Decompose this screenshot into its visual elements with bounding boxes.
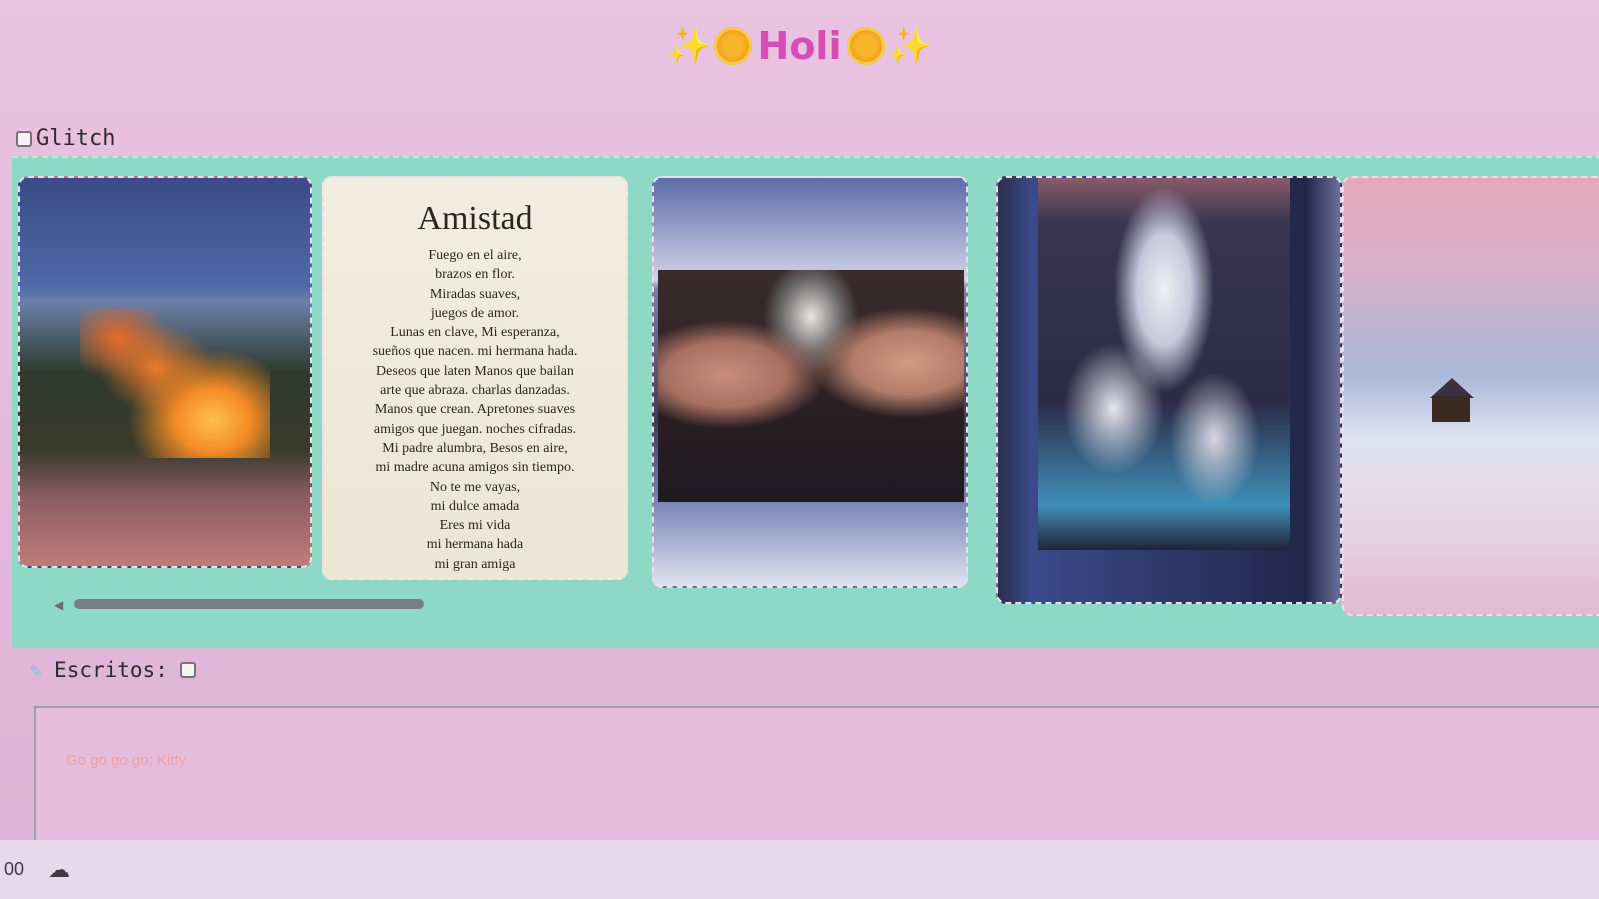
poem-line: mi gran amiga	[434, 556, 516, 572]
escritos-textarea[interactable]: Go go go go; Kitty	[34, 706, 1599, 856]
escritos-toggle[interactable]: ✎ Escritos:	[30, 658, 196, 682]
poem-line: Manos que crean. Apretones suaves	[374, 402, 576, 418]
lava-photo-card[interactable]	[18, 176, 312, 568]
poem-line: Fuego en el aire,	[428, 248, 522, 263]
poem-card[interactable]: Amistad Fuego en el aire, brazos en flor…	[322, 176, 628, 580]
poem-line: mi hermana hada	[426, 537, 524, 553]
title-wrap: ✨ Holi ✨	[667, 24, 933, 68]
poem-line: brazos en flor.	[435, 267, 515, 283]
escritos-checkbox[interactable]	[179, 662, 196, 678]
sparkle-icon: ✨	[666, 26, 712, 67]
church-roof	[1430, 378, 1474, 398]
glitch-label: Glitch	[36, 126, 116, 151]
glitch-toggle[interactable]: Glitch	[16, 126, 115, 151]
snow-church-photo-card[interactable]	[1342, 176, 1599, 616]
poem-line: Deseos que laten Manos que bailan	[376, 363, 574, 379]
poem-line: mi dulce amada	[430, 498, 520, 514]
poem-line: sueños que nacen. mi hermana hada.	[372, 344, 578, 360]
sparkle-icon: ✨	[887, 26, 933, 67]
selfie-photo-card[interactable]	[652, 176, 968, 588]
carousel-scrollbar[interactable]: ◀	[48, 596, 1588, 612]
scrollbar-thumb[interactable]	[74, 599, 424, 609]
poem-line: No te me vayas,	[429, 479, 521, 495]
poem-line: amigos que juegan. noches cifradas.	[373, 421, 577, 437]
pen-icon: ✎	[30, 658, 43, 682]
page: ✨ Holi ✨ Glitch Amistad Fuego en el aire…	[0, 0, 1599, 899]
taskbar: 00 ☁	[0, 840, 1599, 899]
robots-photo-card[interactable]	[996, 176, 1342, 604]
taskbar-text: 00	[4, 859, 25, 879]
textarea-placeholder: Go go go go; Kitty	[66, 752, 187, 769]
image-carousel[interactable]: Amistad Fuego en el aire, brazos en flor…	[12, 156, 1599, 648]
poem-line: mi madre acuna amigos sin tiempo.	[375, 460, 575, 476]
cloud-icon[interactable]: ☁	[48, 857, 70, 883]
page-title: Holi	[757, 24, 842, 68]
poem-body: Fuego en el aire, brazos en flor. Mirada…	[324, 246, 626, 574]
robots-image	[1038, 178, 1290, 550]
lava-flow-image	[80, 308, 270, 458]
header: ✨ Holi ✨	[0, 24, 1599, 68]
sun-icon	[713, 27, 752, 65]
poem-line: Eres mi vida	[439, 518, 511, 534]
poem-line: arte que abraza. charlas danzadas.	[380, 383, 570, 399]
glitch-checkbox[interactable]	[16, 130, 32, 147]
carousel-track: Amistad Fuego en el aire, brazos en flor…	[12, 176, 1599, 616]
escritos-label: Escritos:	[54, 658, 168, 682]
scroll-left-icon[interactable]: ◀	[54, 598, 63, 612]
selfie-image	[658, 270, 964, 502]
poem-line: Lunas en clave, Mi esperanza,	[390, 325, 560, 341]
sun-icon	[847, 27, 886, 65]
poem-title: Amistad	[417, 200, 533, 237]
church-building	[1432, 396, 1470, 422]
poem-line: juegos de amor.	[430, 305, 520, 321]
poem-line: Miradas suaves,	[429, 286, 521, 302]
poem-line: Mi padre alumbra, Besos en aire,	[382, 440, 568, 456]
